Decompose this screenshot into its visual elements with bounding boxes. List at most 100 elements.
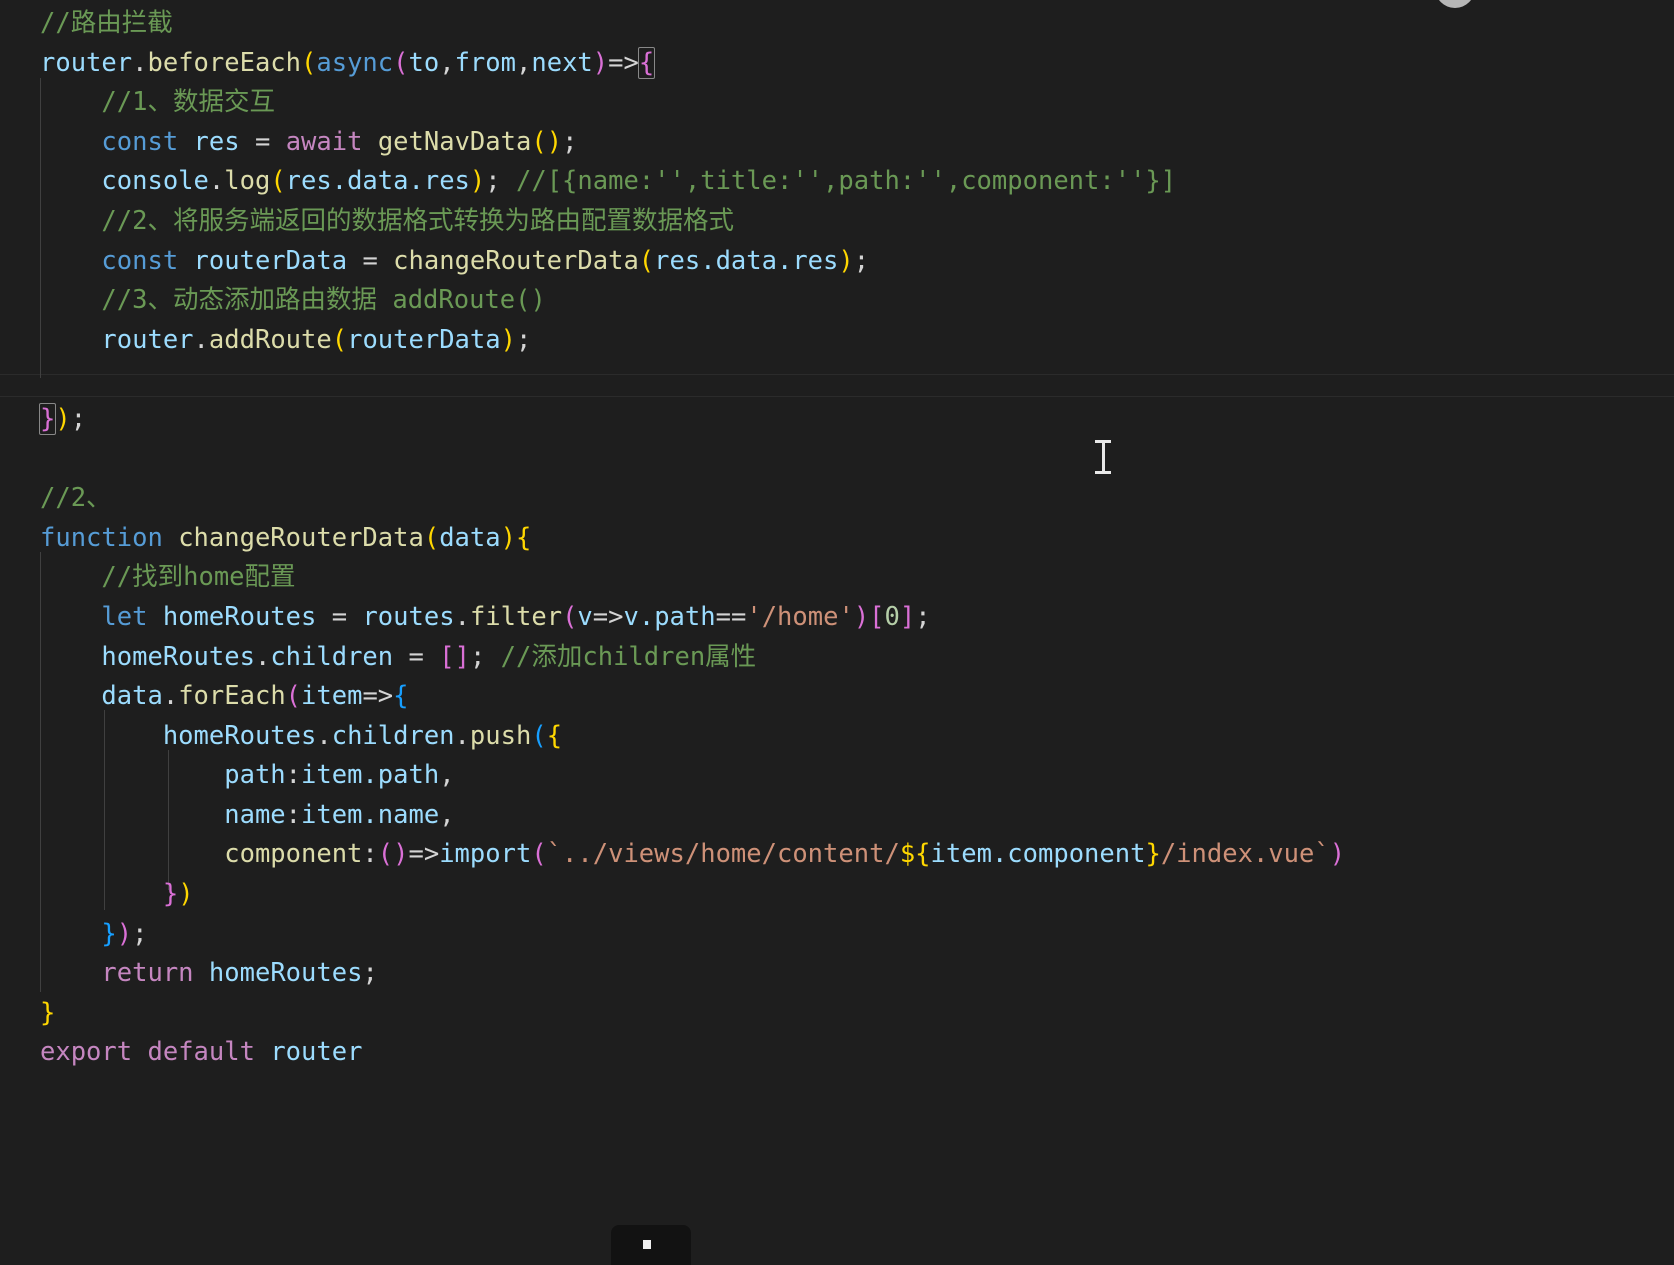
code-line-15[interactable]: //找到home配置: [0, 558, 1674, 598]
token-number-zero: 0: [884, 601, 900, 632]
code-line-11[interactable]: });: [0, 400, 1674, 440]
token-param-to: to: [408, 47, 440, 78]
token-keyword-function: function: [40, 522, 163, 553]
token-param-v: v: [577, 601, 593, 632]
token-paren-close-l1: ): [500, 324, 516, 355]
token-method-forEach: forEach: [178, 681, 286, 712]
token-semicolon: ;: [132, 918, 148, 949]
token-dot: .: [454, 601, 470, 632]
token-keyword-default: default: [147, 1037, 255, 1068]
code-line-2[interactable]: router.beforeEach(async(to,from,next)=>{: [0, 44, 1674, 84]
code-line-16[interactable]: let homeRoutes = routes.filter(v=>v.path…: [0, 598, 1674, 638]
token-paren-close-l1: ): [178, 879, 194, 910]
token-function-name-changeRouterData: changeRouterData: [178, 522, 424, 553]
token-paren-close-l1: ): [500, 522, 516, 553]
code-line-22[interactable]: component:()=>import(`../views/home/cont…: [0, 835, 1674, 875]
token-semicolon: ;: [915, 601, 931, 632]
code-line-3[interactable]: //1、数据交互: [0, 83, 1674, 123]
token-comma: ,: [516, 47, 532, 78]
token-object-console: console: [101, 166, 209, 197]
token-comment-addroute: addRoute(): [392, 285, 546, 316]
token-method-filter: filter: [469, 601, 563, 632]
code-line-23[interactable]: }): [0, 875, 1674, 915]
token-semicolon: ;: [562, 126, 578, 157]
code-line-12-blank[interactable]: [0, 440, 1674, 480]
token-brace-close-l1: }: [40, 997, 56, 1028]
code-line-20[interactable]: path:item.path,: [0, 756, 1674, 796]
token-comma: ,: [439, 760, 455, 791]
code-line-7[interactable]: const routerData = changeRouterData(res.…: [0, 242, 1674, 282]
floating-widget-glyph: [643, 1240, 651, 1249]
token-parens: (): [531, 126, 563, 157]
token-value-item-path: item.path: [301, 760, 440, 791]
token-identifier-res: res: [193, 126, 240, 157]
token-string-home: '/home': [746, 601, 854, 632]
token-empty-array: []: [439, 641, 470, 672]
token-expr-v-path: v.path: [623, 601, 716, 632]
token-paren-open-l1: (: [301, 47, 317, 78]
token-semicolon: ;: [362, 958, 378, 989]
code-line-14[interactable]: function changeRouterData(data){: [0, 519, 1674, 559]
code-line-8[interactable]: //3、动态添加路由数据 addRoute(): [0, 281, 1674, 321]
token-method-log: log: [224, 166, 271, 197]
token-brace-open-l1: {: [515, 522, 532, 553]
token-identifier-homeRoutes: homeRoutes: [162, 720, 317, 751]
token-assign: =: [331, 601, 348, 632]
token-arrow: =>: [592, 601, 624, 632]
token-param-next: next: [531, 47, 593, 78]
token-paren-open-l2: (: [285, 681, 302, 712]
code-line-9[interactable]: router.addRoute(routerData);: [0, 321, 1674, 361]
code-line-19[interactable]: homeRoutes.children.push({: [0, 717, 1674, 757]
token-paren-close-l2: ): [1329, 839, 1346, 870]
code-line-13[interactable]: //2、: [0, 479, 1674, 519]
token-paren-close-l2: ): [592, 47, 609, 78]
code-line-21[interactable]: name:item.name,: [0, 796, 1674, 836]
token-dot: .: [162, 681, 179, 712]
token-param-data: data: [439, 522, 501, 553]
token-dot: .: [193, 324, 209, 355]
code-line-17[interactable]: homeRoutes.children = []; //添加children属性: [0, 638, 1674, 678]
code-line-27[interactable]: export default router: [0, 1033, 1674, 1073]
token-identifier-homeRoutes: homeRoutes: [208, 958, 363, 989]
code-line-25[interactable]: return homeRoutes;: [0, 954, 1674, 994]
token-keyword-await: await: [285, 126, 363, 157]
token-paren-close-l1: ): [469, 166, 486, 197]
code-line-4[interactable]: const res = await getNavData();: [0, 123, 1674, 163]
token-comment: //添加children属性: [500, 641, 757, 672]
token-template-path-suffix: /index.vue: [1160, 839, 1315, 870]
token-comma: ,: [439, 799, 455, 830]
code-line-18[interactable]: data.forEach(item=>{: [0, 677, 1674, 717]
token-method-addRoute: addRoute: [208, 324, 332, 355]
floating-widget[interactable]: [611, 1225, 691, 1265]
token-semicolon: ;: [469, 641, 486, 672]
token-paren-open-l1: (: [331, 324, 348, 355]
token-paren-open-l1: (: [270, 166, 286, 197]
token-prop-children: children: [331, 720, 455, 751]
token-comma: ,: [439, 47, 455, 78]
token-assign: =: [408, 641, 424, 672]
token-keyword-const: const: [101, 126, 179, 157]
code-line-6[interactable]: //2、将服务端返回的数据格式转换为路由配置数据格式: [0, 202, 1674, 242]
code-line-1[interactable]: //路由拦截: [0, 4, 1674, 44]
code-line-5[interactable]: console.log(res.data.res); //[{name:'',t…: [0, 162, 1674, 202]
code-line-26[interactable]: }: [0, 994, 1674, 1034]
token-keyword-const: const: [101, 245, 179, 276]
token-keyword-return: return: [101, 958, 194, 989]
code-line-10-blank[interactable]: [0, 360, 1674, 400]
token-parens-l2: (): [377, 839, 409, 870]
token-paren-close-l2: ): [116, 918, 133, 949]
token-dot: .: [132, 47, 148, 78]
token-brace-open-l3: {: [393, 681, 409, 712]
token-backtick-close: `: [1314, 839, 1330, 870]
token-semicolon: ;: [485, 166, 501, 197]
code-line-24[interactable]: });: [0, 915, 1674, 955]
token-dot: .: [254, 641, 271, 672]
token-arrow: =>: [362, 681, 394, 712]
code-editor-viewport[interactable]: //路由拦截 router.beforeEach(async(to,from,n…: [0, 0, 1674, 1265]
token-colon: :: [285, 799, 302, 830]
token-dot: .: [316, 720, 332, 751]
token-paren-close-l2: ): [853, 601, 870, 632]
token-template-expression: item.component: [930, 839, 1146, 870]
token-arrow: =>: [408, 839, 440, 870]
token-paren-open-l2: (: [531, 839, 547, 870]
